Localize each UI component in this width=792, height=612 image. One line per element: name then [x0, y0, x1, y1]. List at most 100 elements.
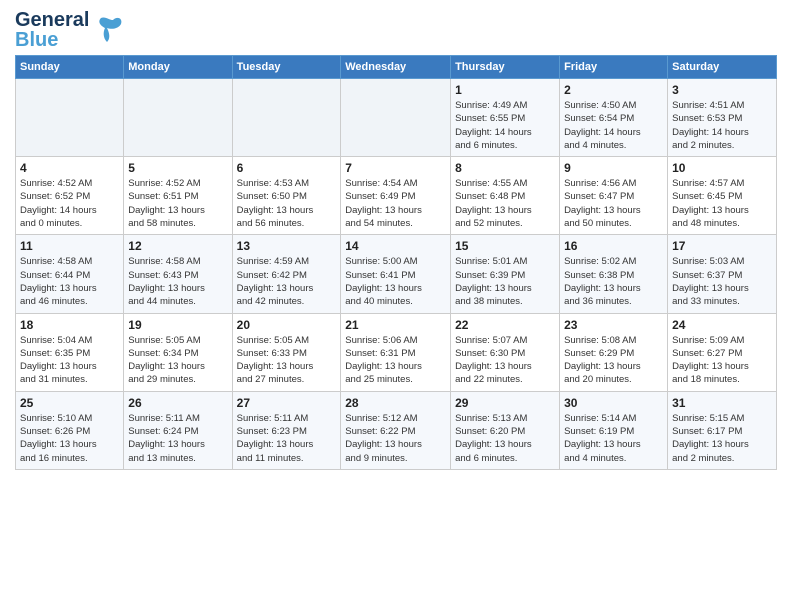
day-info: Sunrise: 5:00 AM Sunset: 6:41 PM Dayligh… — [345, 255, 446, 308]
weekday-header-thursday: Thursday — [451, 56, 560, 79]
calendar-cell: 11Sunrise: 4:58 AM Sunset: 6:44 PM Dayli… — [16, 235, 124, 313]
day-number: 17 — [672, 239, 772, 253]
day-info: Sunrise: 4:55 AM Sunset: 6:48 PM Dayligh… — [455, 177, 555, 230]
day-number: 21 — [345, 318, 446, 332]
day-number: 3 — [672, 83, 772, 97]
calendar-cell: 2 Sunrise: 4:50 AM Sunset: 6:54 PM Daylig… — [560, 79, 668, 157]
calendar-week-2: 4 Sunrise: 4:52 AM Sunset: 6:52 PM Daylig… — [16, 157, 777, 235]
day-number: 19 — [128, 318, 227, 332]
weekday-header-monday: Monday — [124, 56, 232, 79]
weekday-header-saturday: Saturday — [668, 56, 777, 79]
weekday-header-friday: Friday — [560, 56, 668, 79]
day-number: 1 — [455, 83, 555, 97]
day-info: Sunrise: 4:52 AM Sunset: 6:52 PM Dayligh… — [20, 177, 119, 230]
calendar-cell: 14 Sunrise: 5:00 AM Sunset: 6:41 PM Dayli… — [341, 235, 451, 313]
day-info: Sunrise: 4:51 AM Sunset: 6:53 PM Dayligh… — [672, 99, 772, 152]
day-number: 15 — [455, 239, 555, 253]
calendar-week-4: 18Sunrise: 5:04 AM Sunset: 6:35 PM Dayli… — [16, 313, 777, 391]
day-number: 2 — [564, 83, 663, 97]
calendar-cell: 23 Sunrise: 5:08 AM Sunset: 6:29 PM Dayli… — [560, 313, 668, 391]
day-number: 26 — [128, 396, 227, 410]
day-info: Sunrise: 4:54 AM Sunset: 6:49 PM Dayligh… — [345, 177, 446, 230]
day-info: Sunrise: 5:09 AM Sunset: 6:27 PM Dayligh… — [672, 334, 772, 387]
day-info: Sunrise: 5:14 AM Sunset: 6:19 PM Dayligh… — [564, 412, 663, 465]
calendar-cell: 24 Sunrise: 5:09 AM Sunset: 6:27 PM Dayli… — [668, 313, 777, 391]
day-number: 24 — [672, 318, 772, 332]
day-info: Sunrise: 4:58 AM Sunset: 6:43 PM Dayligh… — [128, 255, 227, 308]
day-number: 7 — [345, 161, 446, 175]
day-number: 25 — [20, 396, 119, 410]
calendar-cell: 3 Sunrise: 4:51 AM Sunset: 6:53 PM Daylig… — [668, 79, 777, 157]
day-info: Sunrise: 5:07 AM Sunset: 6:30 PM Dayligh… — [455, 334, 555, 387]
day-number: 6 — [237, 161, 337, 175]
calendar-cell: 9 Sunrise: 4:56 AM Sunset: 6:47 PM Daylig… — [560, 157, 668, 235]
weekday-header-wednesday: Wednesday — [341, 56, 451, 79]
calendar-cell — [341, 79, 451, 157]
day-number: 30 — [564, 396, 663, 410]
calendar-header-row: SundayMondayTuesdayWednesdayThursdayFrid… — [16, 56, 777, 79]
day-info: Sunrise: 4:50 AM Sunset: 6:54 PM Dayligh… — [564, 99, 663, 152]
day-number: 12 — [128, 239, 227, 253]
day-number: 28 — [345, 396, 446, 410]
calendar-cell: 26 Sunrise: 5:11 AM Sunset: 6:24 PM Dayli… — [124, 391, 232, 469]
calendar-cell: 25 Sunrise: 5:10 AM Sunset: 6:26 PM Dayli… — [16, 391, 124, 469]
day-info: Sunrise: 4:53 AM Sunset: 6:50 PM Dayligh… — [237, 177, 337, 230]
day-info: Sunrise: 5:10 AM Sunset: 6:26 PM Dayligh… — [20, 412, 119, 465]
day-number: 11 — [20, 239, 119, 253]
day-info: Sunrise: 5:05 AM Sunset: 6:33 PM Dayligh… — [237, 334, 337, 387]
day-number: 22 — [455, 318, 555, 332]
calendar-cell — [124, 79, 232, 157]
calendar-cell: 27 Sunrise: 5:11 AM Sunset: 6:23 PM Dayli… — [232, 391, 341, 469]
header: General Blue — [15, 10, 777, 50]
calendar-cell — [232, 79, 341, 157]
day-info: Sunrise: 5:06 AM Sunset: 6:31 PM Dayligh… — [345, 334, 446, 387]
day-number: 5 — [128, 161, 227, 175]
day-info: Sunrise: 4:52 AM Sunset: 6:51 PM Dayligh… — [128, 177, 227, 230]
calendar-week-1: 1Sunrise: 4:49 AM Sunset: 6:55 PM Daylig… — [16, 79, 777, 157]
calendar-cell: 18Sunrise: 5:04 AM Sunset: 6:35 PM Dayli… — [16, 313, 124, 391]
day-info: Sunrise: 5:01 AM Sunset: 6:39 PM Dayligh… — [455, 255, 555, 308]
day-number: 4 — [20, 161, 119, 175]
day-number: 9 — [564, 161, 663, 175]
calendar-cell: 15 Sunrise: 5:01 AM Sunset: 6:39 PM Dayli… — [451, 235, 560, 313]
day-info: Sunrise: 5:11 AM Sunset: 6:23 PM Dayligh… — [237, 412, 337, 465]
day-number: 29 — [455, 396, 555, 410]
logo: General Blue — [15, 10, 125, 50]
day-number: 14 — [345, 239, 446, 253]
day-number: 31 — [672, 396, 772, 410]
day-number: 27 — [237, 396, 337, 410]
calendar-cell: 6 Sunrise: 4:53 AM Sunset: 6:50 PM Daylig… — [232, 157, 341, 235]
calendar-cell: 13Sunrise: 4:59 AM Sunset: 6:42 PM Dayli… — [232, 235, 341, 313]
page-container: General Blue SundayMondayTuesdayWednesda… — [0, 0, 792, 475]
calendar-cell: 20 Sunrise: 5:05 AM Sunset: 6:33 PM Dayli… — [232, 313, 341, 391]
day-number: 20 — [237, 318, 337, 332]
calendar-table: SundayMondayTuesdayWednesdayThursdayFrid… — [15, 55, 777, 470]
calendar-cell: 1Sunrise: 4:49 AM Sunset: 6:55 PM Daylig… — [451, 79, 560, 157]
logo-bird-icon — [93, 12, 125, 49]
calendar-cell: 12 Sunrise: 4:58 AM Sunset: 6:43 PM Dayli… — [124, 235, 232, 313]
calendar-cell — [16, 79, 124, 157]
day-info: Sunrise: 4:59 AM Sunset: 6:42 PM Dayligh… — [237, 255, 337, 308]
calendar-week-3: 11Sunrise: 4:58 AM Sunset: 6:44 PM Dayli… — [16, 235, 777, 313]
day-info: Sunrise: 5:15 AM Sunset: 6:17 PM Dayligh… — [672, 412, 772, 465]
calendar-cell: 19 Sunrise: 5:05 AM Sunset: 6:34 PM Dayli… — [124, 313, 232, 391]
calendar-cell: 17Sunrise: 5:03 AM Sunset: 6:37 PM Dayli… — [668, 235, 777, 313]
calendar-week-5: 25 Sunrise: 5:10 AM Sunset: 6:26 PM Dayli… — [16, 391, 777, 469]
day-info: Sunrise: 5:05 AM Sunset: 6:34 PM Dayligh… — [128, 334, 227, 387]
day-info: Sunrise: 5:02 AM Sunset: 6:38 PM Dayligh… — [564, 255, 663, 308]
calendar-cell: 21 Sunrise: 5:06 AM Sunset: 6:31 PM Dayli… — [341, 313, 451, 391]
calendar-cell: 30 Sunrise: 5:14 AM Sunset: 6:19 PM Dayli… — [560, 391, 668, 469]
calendar-cell: 10Sunrise: 4:57 AM Sunset: 6:45 PM Dayli… — [668, 157, 777, 235]
calendar-cell: 7 Sunrise: 4:54 AM Sunset: 6:49 PM Daylig… — [341, 157, 451, 235]
calendar-cell: 4 Sunrise: 4:52 AM Sunset: 6:52 PM Daylig… — [16, 157, 124, 235]
day-number: 23 — [564, 318, 663, 332]
calendar-cell: 8 Sunrise: 4:55 AM Sunset: 6:48 PM Daylig… — [451, 157, 560, 235]
day-info: Sunrise: 5:04 AM Sunset: 6:35 PM Dayligh… — [20, 334, 119, 387]
day-info: Sunrise: 5:08 AM Sunset: 6:29 PM Dayligh… — [564, 334, 663, 387]
day-info: Sunrise: 4:56 AM Sunset: 6:47 PM Dayligh… — [564, 177, 663, 230]
day-number: 8 — [455, 161, 555, 175]
weekday-header-sunday: Sunday — [16, 56, 124, 79]
day-info: Sunrise: 5:12 AM Sunset: 6:22 PM Dayligh… — [345, 412, 446, 465]
day-info: Sunrise: 5:11 AM Sunset: 6:24 PM Dayligh… — [128, 412, 227, 465]
day-number: 16 — [564, 239, 663, 253]
